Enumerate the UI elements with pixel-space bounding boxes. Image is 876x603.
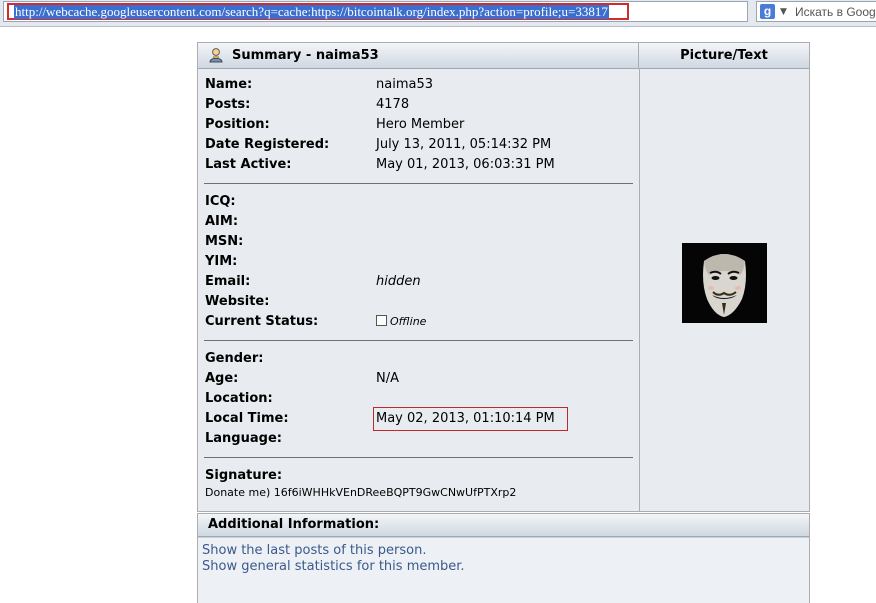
search-placeholder[interactable]: Искать в Goog bbox=[795, 4, 876, 20]
show-statistics-link[interactable]: Show general statistics for this member. bbox=[202, 559, 465, 575]
picture-text-header: Picture/Text bbox=[639, 43, 809, 69]
field-label: Location: bbox=[205, 391, 273, 406]
local-time-highlight-annotation bbox=[373, 407, 568, 431]
field-label: Date Registered: bbox=[205, 137, 330, 152]
guy-fawkes-mask-icon bbox=[682, 243, 767, 323]
field-value: N/A bbox=[376, 371, 399, 386]
field-label: Age: bbox=[205, 371, 239, 386]
section-divider bbox=[204, 340, 633, 341]
url-text[interactable]: http://webcache.googleusercontent.com/se… bbox=[14, 5, 609, 19]
additional-information-panel: Additional Information: Show the last po… bbox=[197, 513, 810, 603]
field-label: MSN: bbox=[205, 234, 244, 249]
column-divider bbox=[639, 69, 640, 511]
field-label: Local Time: bbox=[205, 411, 289, 426]
browser-toolbar: http://webcache.googleusercontent.com/se… bbox=[0, 0, 876, 27]
field-label: AIM: bbox=[205, 214, 239, 229]
show-last-posts-link[interactable]: Show the last posts of this person. bbox=[202, 543, 426, 559]
status-text: Offline bbox=[390, 315, 427, 328]
google-icon[interactable]: g bbox=[760, 4, 775, 19]
field-value: naima53 bbox=[376, 77, 433, 92]
summary-header: Summary - naima53 bbox=[198, 43, 639, 69]
field-value: May 01, 2013, 06:03:31 PM bbox=[376, 157, 555, 172]
user-avatar bbox=[682, 243, 767, 323]
field-label: Email: bbox=[205, 274, 251, 289]
status-value: Offline bbox=[376, 312, 426, 332]
field-label: Language: bbox=[205, 431, 282, 446]
field-label: Name: bbox=[205, 77, 253, 92]
offline-status-icon bbox=[376, 315, 387, 326]
section-divider bbox=[204, 457, 633, 458]
additional-information-header: Additional Information: bbox=[198, 514, 809, 537]
field-label: Posts: bbox=[205, 97, 251, 112]
field-label: Gender: bbox=[205, 351, 264, 366]
section-divider bbox=[204, 183, 633, 184]
field-label: Signature: bbox=[205, 468, 283, 483]
chevron-down-icon[interactable]: ▼ bbox=[780, 5, 787, 19]
additional-information-body: Show the last posts of this person. Show… bbox=[198, 537, 809, 603]
signature-text: Donate me) 16f6iWHHkVEnDReeBQPT9GwCNwUfP… bbox=[205, 486, 517, 499]
field-value: July 13, 2011, 05:14:32 PM bbox=[376, 137, 552, 152]
field-label: ICQ: bbox=[205, 194, 236, 209]
field-label: Position: bbox=[205, 117, 270, 132]
field-value: 4178 bbox=[376, 97, 410, 112]
field-value: Hero Member bbox=[376, 117, 465, 132]
address-bar[interactable]: http://webcache.googleusercontent.com/se… bbox=[3, 1, 748, 22]
profile-summary-table: Summary - naima53 Picture/Text Name: nai… bbox=[197, 42, 810, 512]
field-label: Current Status: bbox=[205, 314, 319, 329]
field-label: Website: bbox=[205, 294, 270, 309]
field-value: hidden bbox=[376, 274, 421, 289]
field-label: Last Active: bbox=[205, 157, 292, 172]
user-icon bbox=[209, 48, 223, 63]
field-label: YIM: bbox=[205, 254, 238, 269]
summary-title: Summary - naima53 bbox=[232, 48, 379, 63]
search-box[interactable]: g ▼ Искать в Goog bbox=[756, 1, 876, 22]
